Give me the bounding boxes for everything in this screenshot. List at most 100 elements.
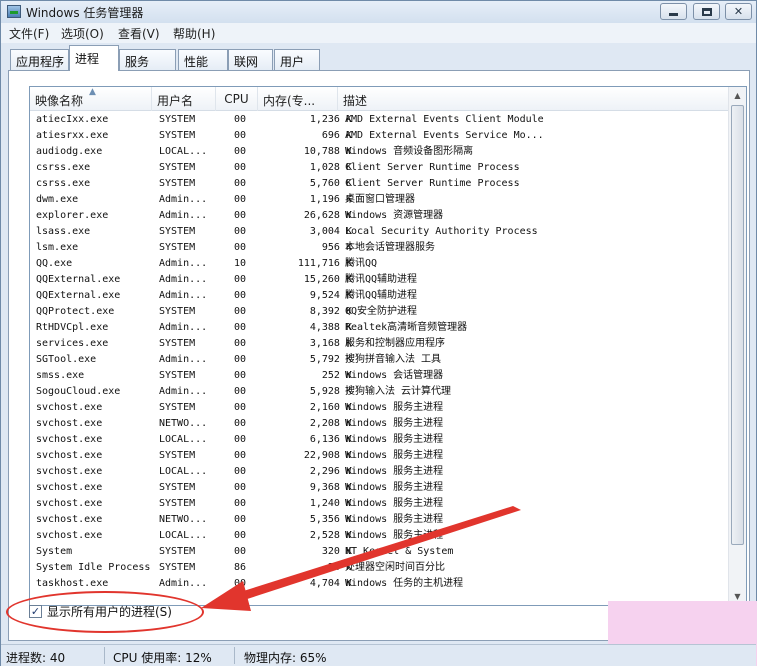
- cell-user-name: LOCAL...: [159, 530, 208, 541]
- table-row[interactable]: svchost.exe SYSTEM 00 1,240 K Windows 服务主进程: [30, 496, 728, 512]
- cell-description: Realtek高清晰音频管理器: [345, 322, 468, 333]
- cell-user-name: Admin...: [159, 194, 208, 205]
- cell-user-name: SYSTEM: [159, 114, 196, 125]
- table-row[interactable]: csrss.exe SYSTEM 00 1,028 K Client Server Ru…: [30, 160, 728, 176]
- cell-cpu: 00: [234, 194, 247, 205]
- cell-cpu: 00: [234, 514, 247, 525]
- cell-user-name: SYSTEM: [159, 162, 196, 173]
- title-bar[interactable]: Windows 任务管理器 ✕: [1, 1, 756, 23]
- table-row[interactable]: csrss.exe SYSTEM 00 5,760 K Client Server Ru…: [30, 176, 728, 192]
- cell-memory: 2,208 K: [309, 418, 352, 429]
- table-row[interactable]: smss.exe SYSTEM 00 252 K Windows 会话管理器: [30, 368, 728, 384]
- cell-user-name: NETWO...: [159, 514, 208, 525]
- cell-image-name: QQ.exe: [36, 258, 73, 269]
- cell-image-name: audiodg.exe: [36, 146, 103, 157]
- column-user-name[interactable]: 用户名: [152, 87, 216, 111]
- column-memory[interactable]: 内存(专...: [258, 87, 338, 111]
- table-row[interactable]: QQExternal.exe Admin... 00 15,260 K 腾讯QQ辅助进程: [30, 272, 728, 288]
- cell-memory: 15,260 K: [303, 274, 352, 285]
- table-row[interactable]: svchost.exe LOCAL... 00 2,528 K Windows 服务主进…: [30, 528, 728, 544]
- cell-user-name: SYSTEM: [159, 482, 196, 493]
- table-row[interactable]: QQ.exe Admin... 10 111,716 K 腾讯QQ: [30, 256, 728, 272]
- cell-user-name: Admin...: [159, 274, 208, 285]
- cell-image-name: svchost.exe: [36, 498, 103, 509]
- cell-image-name: svchost.exe: [36, 514, 103, 525]
- cell-description: Windows 服务主进程: [345, 434, 444, 445]
- cell-user-name: SYSTEM: [159, 178, 196, 189]
- table-row[interactable]: services.exe SYSTEM 00 3,168 K 服务和控制器应用程序: [30, 336, 728, 352]
- column-cpu[interactable]: CPU: [216, 87, 258, 111]
- cell-memory: 9,368 K: [309, 482, 352, 493]
- status-process-count: 进程数: 40: [6, 651, 66, 665]
- table-row[interactable]: explorer.exe Admin... 00 26,628 K Windows 资源…: [30, 208, 728, 224]
- table-row[interactable]: System SYSTEM 00 320 K NT Kernel & System: [30, 544, 728, 560]
- cell-memory: 6,136 K: [309, 434, 352, 445]
- menu-file[interactable]: 文件(F): [9, 25, 49, 42]
- table-row[interactable]: svchost.exe NETWO... 00 5,356 K Windows 服务主进…: [30, 512, 728, 528]
- scroll-thumb[interactable]: [731, 105, 744, 545]
- show-all-users-option[interactable]: ✓ 显示所有用户的进程(S): [29, 602, 172, 620]
- table-row[interactable]: svchost.exe LOCAL... 00 6,136 K Windows 服务主进…: [30, 432, 728, 448]
- status-divider: [104, 647, 105, 664]
- cell-cpu: 00: [234, 530, 247, 541]
- process-list[interactable]: 映像名称 ▲ 用户名 CPU 内存(专... 描述 atiecIxx.exe SY…: [29, 86, 747, 606]
- table-row[interactable]: audiodg.exe LOCAL... 00 10,788 K Windows 音频设…: [30, 144, 728, 160]
- cell-description: AMD External Events Client Module: [345, 114, 544, 125]
- menu-view[interactable]: 查看(V): [118, 25, 160, 42]
- table-row[interactable]: svchost.exe SYSTEM 00 9,368 K Windows 服务主进程: [30, 480, 728, 496]
- table-row[interactable]: lsass.exe SYSTEM 00 3,004 K Local Security A…: [30, 224, 728, 240]
- table-row[interactable]: SGTool.exe Admin... 00 5,792 K 搜狗拼音输入法 工具: [30, 352, 728, 368]
- table-row[interactable]: taskhost.exe Admin... 00 4,704 K Windows 任务的…: [30, 576, 728, 592]
- cell-user-name: SYSTEM: [159, 226, 196, 237]
- table-row[interactable]: atiesrxx.exe SYSTEM 00 696 K AMD External Ev…: [30, 128, 728, 144]
- table-row[interactable]: QQExternal.exe Admin... 00 9,524 K 腾讯QQ辅助进程: [30, 288, 728, 304]
- scroll-up-icon[interactable]: ▲: [729, 87, 746, 104]
- menu-options[interactable]: 选项(O): [61, 25, 104, 42]
- close-button[interactable]: ✕: [725, 3, 752, 20]
- cell-user-name: SYSTEM: [159, 306, 196, 317]
- maximize-button[interactable]: [693, 3, 720, 20]
- tab-users[interactable]: 用户: [274, 49, 320, 71]
- menu-help[interactable]: 帮助(H): [173, 25, 215, 42]
- show-all-users-checkbox[interactable]: ✓: [29, 604, 42, 618]
- table-row[interactable]: svchost.exe LOCAL... 00 2,296 K Windows 服务主进…: [30, 464, 728, 480]
- tab-services[interactable]: 服务: [119, 49, 176, 71]
- tab-performance[interactable]: 性能: [178, 49, 228, 71]
- tab-strip: 应用程序 进程 服务 性能 联网 用户: [1, 45, 756, 71]
- vertical-scrollbar[interactable]: ▲ ▼: [728, 87, 746, 605]
- close-icon: ✕: [733, 5, 744, 18]
- cell-memory: 1,028 K: [309, 162, 352, 173]
- cell-image-name: lsass.exe: [36, 226, 91, 237]
- cell-user-name: SYSTEM: [159, 562, 196, 573]
- cell-memory: 3,004 K: [309, 226, 352, 237]
- table-row[interactable]: lsm.exe SYSTEM 00 956 K 本地会话管理器服务: [30, 240, 728, 256]
- cell-cpu: 00: [234, 354, 247, 365]
- cell-image-name: svchost.exe: [36, 418, 103, 429]
- table-row[interactable]: svchost.exe NETWO... 00 2,208 K Windows 服务主进…: [30, 416, 728, 432]
- cell-cpu: 00: [234, 434, 247, 445]
- table-row[interactable]: dwm.exe Admin... 00 1,196 K 桌面窗口管理器: [30, 192, 728, 208]
- table-row[interactable]: System Idle Process SYSTEM 86 24 K 处理器空闲时间百分…: [30, 560, 728, 576]
- column-description[interactable]: 描述: [338, 87, 728, 111]
- table-row[interactable]: QQProtect.exe SYSTEM 00 8,392 K QQ安全防护进程: [30, 304, 728, 320]
- table-row[interactable]: atiecIxx.exe SYSTEM 00 1,236 K AMD External …: [30, 112, 728, 128]
- table-row[interactable]: RtHDVCpl.exe Admin... 00 4,388 K Realtek高清晰音…: [30, 320, 728, 336]
- cell-description: 桌面窗口管理器: [345, 194, 415, 205]
- cell-cpu: 00: [234, 162, 247, 173]
- table-row[interactable]: svchost.exe SYSTEM 00 2,160 K Windows 服务主进程: [30, 400, 728, 416]
- cell-description: Windows 服务主进程: [345, 530, 444, 541]
- tab-processes[interactable]: 进程: [69, 45, 119, 71]
- cell-image-name: QQExternal.exe: [36, 290, 121, 301]
- cell-cpu: 00: [234, 322, 247, 333]
- cell-memory: 2,528 K: [309, 530, 352, 541]
- cell-user-name: SYSTEM: [159, 370, 196, 381]
- table-row[interactable]: SogouCloud.exe Admin... 00 5,928 K 搜狗输入法 云计算…: [30, 384, 728, 400]
- cell-image-name: svchost.exe: [36, 466, 103, 477]
- tab-networking[interactable]: 联网: [228, 49, 273, 71]
- table-row[interactable]: svchost.exe SYSTEM 00 22,908 K Windows 服务主进程: [30, 448, 728, 464]
- cell-cpu: 00: [234, 450, 247, 461]
- cell-user-name: Admin...: [159, 322, 208, 333]
- minimize-button[interactable]: [660, 3, 687, 20]
- column-image-name[interactable]: 映像名称 ▲: [30, 87, 152, 111]
- tab-applications[interactable]: 应用程序: [10, 49, 69, 71]
